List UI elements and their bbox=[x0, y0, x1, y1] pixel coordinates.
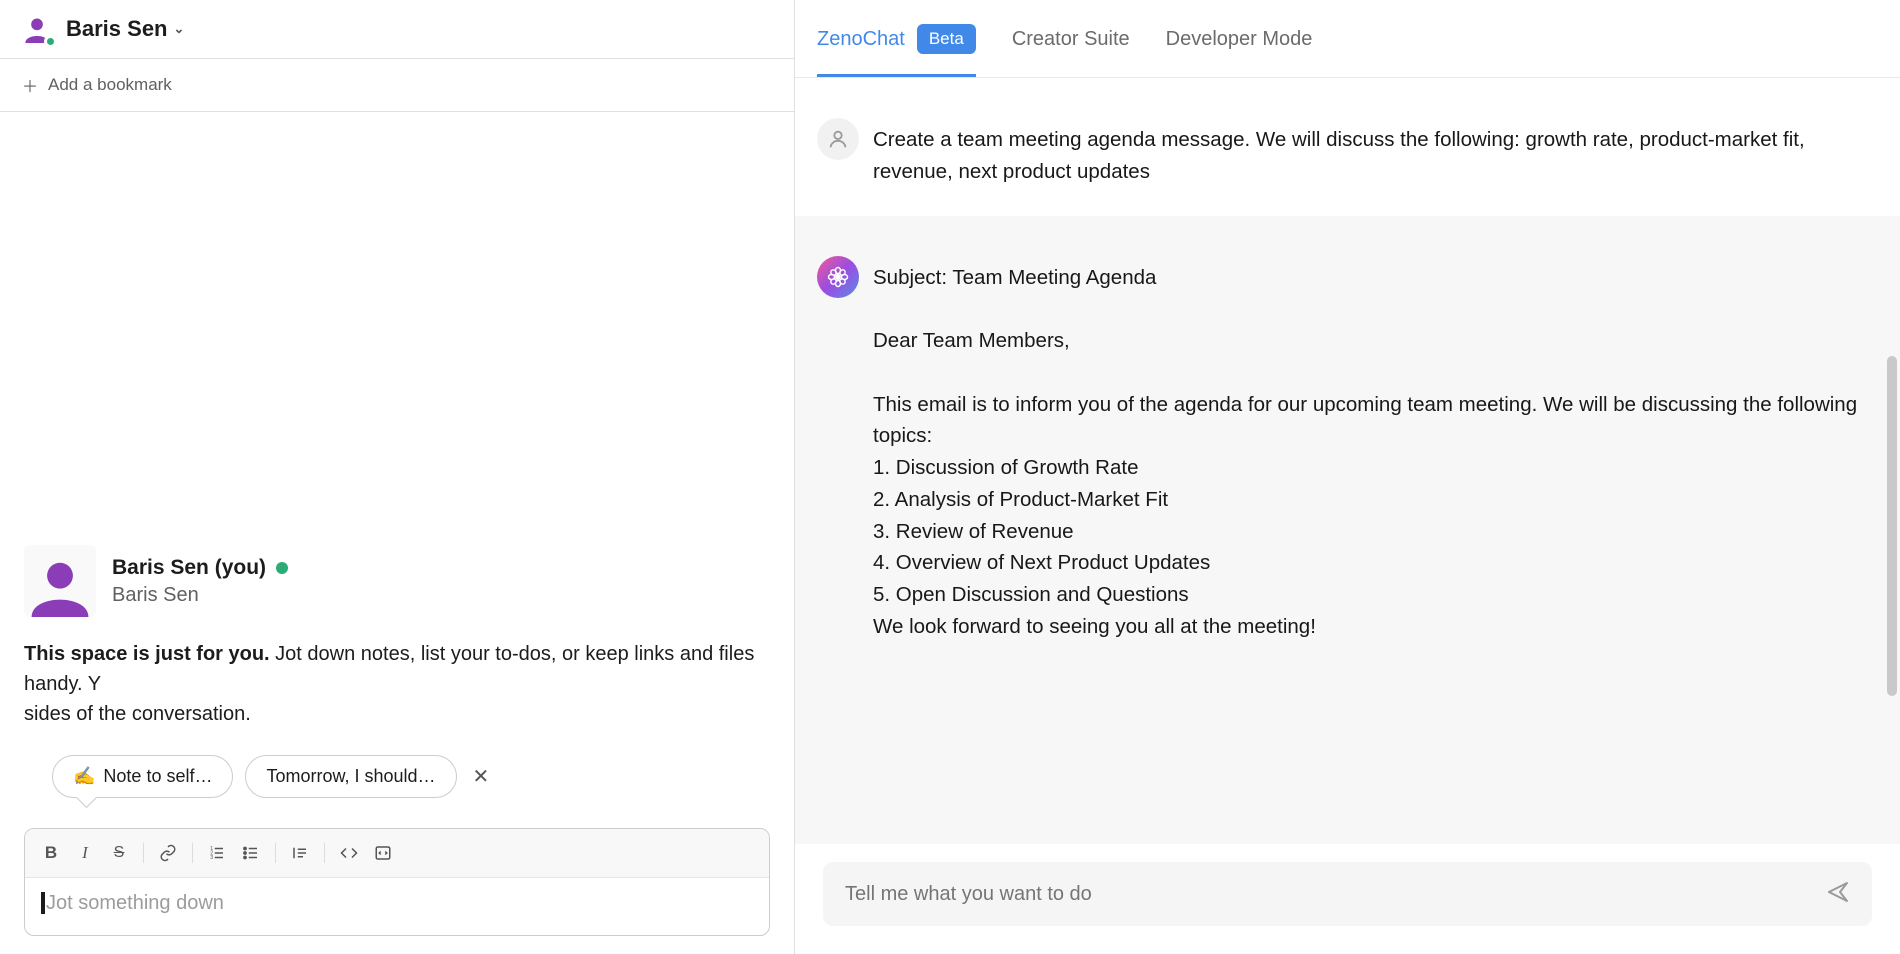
dismiss-chips-button[interactable]: ✕ bbox=[469, 760, 494, 793]
assistant-message-text: Subject: Team Meeting Agenda Dear Team M… bbox=[873, 256, 1874, 816]
toolbar-separator bbox=[143, 843, 144, 863]
ai-side-panel: ZenoChat Beta Creator Suite Developer Mo… bbox=[795, 0, 1900, 954]
user-message: Create a team meeting agenda message. We… bbox=[795, 78, 1900, 216]
chat-input[interactable] bbox=[845, 883, 1814, 906]
toolbar-separator bbox=[324, 843, 325, 863]
beta-badge: Beta bbox=[917, 24, 976, 54]
ai-item-2: 2. Analysis of Product-Market Fit bbox=[873, 484, 1874, 516]
blockquote-icon bbox=[291, 844, 309, 862]
italic-button[interactable]: I bbox=[69, 837, 101, 869]
blockquote-button[interactable] bbox=[284, 837, 316, 869]
profile-name-line: Baris Sen (you) bbox=[112, 556, 288, 580]
ai-closing: We look forward to seeing you all at the… bbox=[873, 611, 1874, 643]
chip-note-label: Note to self… bbox=[103, 766, 212, 787]
chat-scroll-area[interactable]: Create a team meeting agenda message. We… bbox=[795, 78, 1900, 844]
ai-avatar bbox=[817, 256, 859, 298]
header-name-text: Baris Sen bbox=[66, 16, 168, 42]
profile-subname: Baris Sen bbox=[112, 584, 288, 607]
chat-input-bar bbox=[823, 862, 1872, 926]
chat-input-container bbox=[795, 844, 1900, 954]
ai-greeting: Dear Team Members, bbox=[873, 325, 1874, 357]
self-space-description: This space is just for you. Jot down not… bbox=[24, 639, 770, 729]
user-avatar bbox=[817, 118, 859, 160]
code-button[interactable] bbox=[333, 837, 365, 869]
ai-intro: This email is to inform you of the agend… bbox=[873, 389, 1874, 453]
chip-tomorrow[interactable]: Tomorrow, I should… bbox=[245, 755, 456, 798]
ai-item-3: 3. Review of Revenue bbox=[873, 516, 1874, 548]
ai-item-4: 4. Overview of Next Product Updates bbox=[873, 547, 1874, 579]
add-bookmark-button[interactable]: ＋ Add a bookmark bbox=[0, 59, 794, 112]
ai-item-5: 5. Open Discussion and Questions bbox=[873, 579, 1874, 611]
plus-icon: ＋ bbox=[22, 73, 38, 97]
desc-line2: sides of the conversation. bbox=[24, 703, 251, 725]
self-space-area: Baris Sen (you) Baris Sen This space is … bbox=[0, 112, 794, 954]
bold-button[interactable]: B bbox=[35, 837, 67, 869]
suggestion-chips-row: ✍️ Note to self… Tomorrow, I should… ✕ bbox=[24, 755, 770, 798]
tab-creator-suite[interactable]: Creator Suite bbox=[1012, 28, 1130, 74]
ai-item-1: 1. Discussion of Growth Rate bbox=[873, 452, 1874, 484]
link-button[interactable] bbox=[152, 837, 184, 869]
channel-name-button[interactable]: Baris Sen ⌄ bbox=[66, 16, 184, 42]
chip-note-to-self[interactable]: ✍️ Note to self… bbox=[52, 755, 233, 798]
composer-toolbar: B I S 123 bbox=[25, 829, 769, 878]
ordered-list-button[interactable]: 123 bbox=[201, 837, 233, 869]
slack-self-dm-panel: Baris Sen ⌄ ＋ Add a bookmark Baris Sen (… bbox=[0, 0, 795, 954]
profile-avatar[interactable] bbox=[24, 545, 96, 617]
presence-indicator bbox=[276, 562, 288, 574]
chip-tomorrow-label: Tomorrow, I should… bbox=[266, 766, 435, 787]
bulleted-list-button[interactable] bbox=[235, 837, 267, 869]
send-icon bbox=[1826, 880, 1850, 904]
header-avatar bbox=[20, 12, 54, 46]
strikethrough-button[interactable]: S bbox=[103, 837, 135, 869]
ordered-list-icon: 123 bbox=[208, 844, 226, 862]
tab-zenochat[interactable]: ZenoChat Beta bbox=[817, 24, 976, 77]
profile-name: Baris Sen (you) bbox=[112, 556, 266, 580]
tab-zenochat-label: ZenoChat bbox=[817, 28, 905, 51]
code-block-button[interactable] bbox=[367, 837, 399, 869]
writing-hand-emoji: ✍️ bbox=[73, 766, 95, 787]
profile-text: Baris Sen (you) Baris Sen bbox=[112, 545, 288, 617]
toolbar-separator bbox=[275, 843, 276, 863]
assistant-message: Subject: Team Meeting Agenda Dear Team M… bbox=[795, 216, 1900, 844]
message-composer: B I S 123 bbox=[24, 828, 770, 936]
svg-text:3: 3 bbox=[210, 855, 213, 861]
flower-icon bbox=[826, 265, 850, 289]
code-block-icon bbox=[374, 844, 392, 862]
presence-indicator bbox=[44, 35, 57, 48]
composer-placeholder-text: Jot something down bbox=[46, 892, 224, 914]
chevron-down-icon: ⌄ bbox=[174, 21, 185, 37]
bulleted-list-icon bbox=[242, 844, 260, 862]
link-icon bbox=[159, 844, 177, 862]
bookmark-label: Add a bookmark bbox=[48, 75, 172, 95]
tab-dev-label: Developer Mode bbox=[1166, 28, 1313, 51]
composer-input[interactable]: Jot something down bbox=[25, 878, 769, 935]
scrollbar[interactable] bbox=[1887, 356, 1897, 696]
user-message-text: Create a team meeting agenda message. We… bbox=[873, 118, 1874, 188]
ai-subject: Subject: Team Meeting Agenda bbox=[873, 262, 1874, 294]
user-icon bbox=[827, 128, 849, 150]
tab-creator-label: Creator Suite bbox=[1012, 28, 1130, 51]
toolbar-separator bbox=[192, 843, 193, 863]
profile-block: Baris Sen (you) Baris Sen bbox=[24, 545, 770, 617]
send-button[interactable] bbox=[1826, 880, 1850, 908]
desc-bold: This space is just for you. bbox=[24, 643, 270, 665]
channel-header: Baris Sen ⌄ bbox=[0, 0, 794, 59]
user-icon bbox=[29, 555, 91, 617]
code-icon bbox=[340, 844, 358, 862]
tab-developer-mode[interactable]: Developer Mode bbox=[1166, 28, 1313, 74]
panel-tabs: ZenoChat Beta Creator Suite Developer Mo… bbox=[795, 0, 1900, 78]
